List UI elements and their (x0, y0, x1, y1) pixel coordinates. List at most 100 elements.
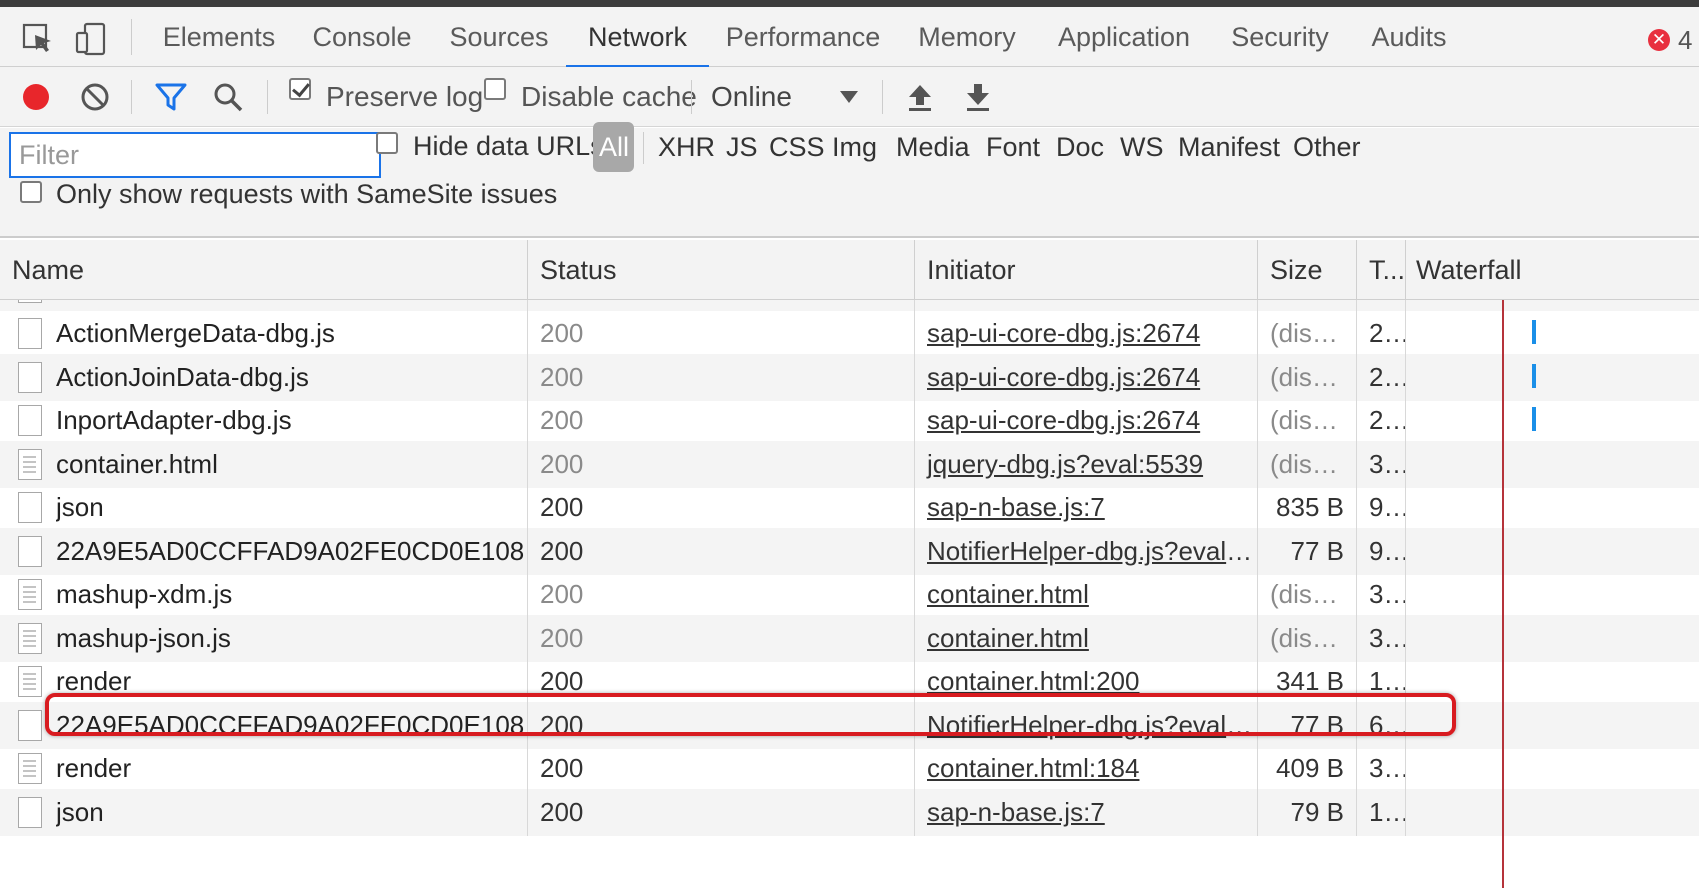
size-cell: (disk ... (1257, 397, 1356, 444)
type-filter-css[interactable]: CSS (769, 122, 825, 172)
initiator-cell[interactable]: container.html:184 (914, 745, 1257, 792)
initiator-cell[interactable]: sap-ui-core-dbg.js:2674 (914, 353, 1257, 401)
document-file-icon (18, 622, 42, 654)
type-filter-xhr[interactable]: XHR (658, 122, 715, 172)
script-file-icon (18, 300, 42, 303)
document-file-icon (18, 666, 42, 697)
disable-cache-label: Disable cache (521, 81, 697, 112)
table-row[interactable]: json 200 sap-n-base.js:7 79 B 1... (0, 788, 1699, 836)
status-cell: 200 (527, 527, 914, 575)
tab-performance[interactable]: Performance (724, 7, 882, 67)
tab-memory[interactable]: Memory (911, 7, 1023, 67)
filter-icon[interactable] (152, 78, 190, 116)
tab-console[interactable]: Console (308, 7, 416, 67)
initiator-cell[interactable]: sap-n-base.js:7 (914, 484, 1257, 531)
table-row[interactable]: mashup-json.js 200 container.html (disk ...… (0, 614, 1699, 662)
waterfall-cell (1405, 310, 1699, 357)
initiator-cell[interactable]: container.html:200 (914, 658, 1257, 705)
tab-elements[interactable]: Elements (160, 7, 278, 67)
device-toolbar-icon[interactable] (71, 19, 111, 59)
status-cell: 200 (527, 310, 914, 357)
column-initiator[interactable]: Initiator (914, 240, 1257, 300)
time-cell: 6... (1356, 701, 1405, 749)
table-row[interactable]: mashup-xdm.js 200 container.html (disk ... 3… (0, 571, 1699, 618)
time-cell: 9... (1356, 484, 1405, 531)
type-filter-other[interactable]: Other (1293, 122, 1361, 172)
download-icon[interactable] (959, 78, 997, 116)
tab-application[interactable]: Application (1052, 7, 1196, 67)
column-size[interactable]: Size (1257, 240, 1356, 300)
inspect-element-icon[interactable] (18, 19, 58, 59)
column-status[interactable]: Status (527, 240, 914, 300)
tab-network[interactable]: Network (566, 7, 709, 68)
time-cell: 3... (1356, 614, 1405, 662)
size-cell: 409 B (1257, 745, 1356, 792)
request-name: ActionMergeData-dbg.js (56, 318, 335, 348)
request-name: 22A9E5AD0CCFFAD9A02FE0CD0E108EC... (56, 535, 527, 566)
type-filter-font[interactable]: Font (986, 122, 1040, 172)
clear-icon[interactable] (76, 78, 114, 116)
filter-input[interactable] (9, 132, 381, 178)
request-name: mashup-xdm.js (56, 579, 233, 609)
type-filter-js[interactable]: JS (726, 122, 758, 172)
size-cell: (disk ... (1257, 614, 1356, 662)
size-cell: 77 B (1257, 527, 1356, 575)
size-cell: (disk ... (1257, 571, 1356, 618)
hide-data-urls-checkbox[interactable] (376, 132, 398, 154)
initiator-cell[interactable]: sap-ui-core-dbg.js:2674 (914, 310, 1257, 357)
type-filter-ws[interactable]: WS (1120, 122, 1164, 172)
name-cell: mashup-json.js (0, 615, 527, 662)
name-cell: json (0, 789, 527, 836)
status-cell: 200 (527, 658, 914, 705)
time-cell: 9... (1356, 527, 1405, 575)
preserve-log-label: Preserve log (326, 81, 484, 112)
initiator-cell[interactable]: NotifierHelper-dbg.js?eval:3... (914, 701, 1257, 749)
waterfall-cell (1405, 571, 1699, 618)
disable-cache-checkbox[interactable] (484, 78, 506, 100)
type-filter-manifest[interactable]: Manifest (1178, 122, 1280, 172)
table-row[interactable]: 22A9E5AD0CCFFAD9A02FE0CD0E108EC...200Not… (0, 527, 1699, 575)
chevron-down-icon[interactable] (840, 91, 858, 103)
throttling-select[interactable]: Online (711, 67, 792, 127)
table-row[interactable]: render 200 container.html:184 409 B 3... (0, 745, 1699, 792)
type-filter-all[interactable]: All (593, 122, 634, 172)
initiator-cell[interactable]: container.html (914, 571, 1257, 618)
initiator-cell[interactable]: jquery-dbg.js?eval:5539 (914, 440, 1257, 488)
type-filter-media[interactable]: Media (896, 122, 970, 172)
table-row[interactable]: ActionJoinData-dbg.js 200 sap-ui-core-dbg.… (0, 353, 1699, 401)
tab-audits[interactable]: Audits (1364, 7, 1454, 67)
tab-security[interactable]: Security (1226, 7, 1334, 67)
hide-data-urls-label: Hide data URLs (413, 131, 604, 161)
name-cell: render (0, 745, 527, 792)
table-row[interactable]: render 200 container.html:200 341 B 1... (0, 658, 1699, 705)
initiator-cell[interactable]: sap-ui-core-dbg.js:2674 (914, 397, 1257, 444)
type-filter-doc[interactable]: Doc (1056, 122, 1104, 172)
initiator-cell[interactable]: NotifierHelper-dbg.js?eval:3... (914, 527, 1257, 575)
column-time[interactable]: T... (1356, 240, 1405, 300)
type-filter-separator (643, 132, 644, 164)
preserve-log-checkbox[interactable] (289, 78, 311, 100)
column-name[interactable]: Name (0, 240, 527, 300)
status-cell: 200 (527, 745, 914, 792)
upload-icon[interactable] (901, 78, 939, 116)
type-filter-img[interactable]: Img (832, 122, 877, 172)
tab-sources[interactable]: Sources (446, 7, 552, 67)
name-cell: 22A9E5AD0CCFFAD9A02FE0CD0E108EC... (0, 528, 527, 575)
table-row[interactable]: InportAdapter-dbg.js 200 sap-ui-core-dbg.j… (0, 397, 1699, 444)
document-file-icon (18, 579, 42, 610)
table-row[interactable]: container.html 200 jquery-dbg.js?eval:5539… (0, 440, 1699, 488)
table-row[interactable]: 22A9E5AD0CCFFAD9A02FE0CD0E108EC...200Not… (0, 701, 1699, 749)
initiator-cell[interactable]: sap-n-base.js:7 (914, 788, 1257, 836)
record-icon[interactable] (17, 78, 55, 116)
initiator-cell[interactable]: container.html (914, 614, 1257, 662)
search-icon[interactable] (209, 78, 247, 116)
error-icon[interactable]: ✕ (1648, 29, 1670, 51)
table-row[interactable]: ActionMergeData-dbg.js 200 sap-ui-core-dbg… (0, 310, 1699, 357)
column-waterfall[interactable]: Waterfall (1405, 240, 1699, 300)
waterfall-bar (1532, 363, 1536, 388)
table-row[interactable]: json 200 sap-n-base.js:7 835 B 9... (0, 484, 1699, 531)
samesite-checkbox[interactable] (20, 181, 42, 203)
status-cell: 200 (527, 484, 914, 531)
name-cell: mashup-xdm.js (0, 571, 527, 618)
waterfall-cell (1405, 440, 1699, 488)
